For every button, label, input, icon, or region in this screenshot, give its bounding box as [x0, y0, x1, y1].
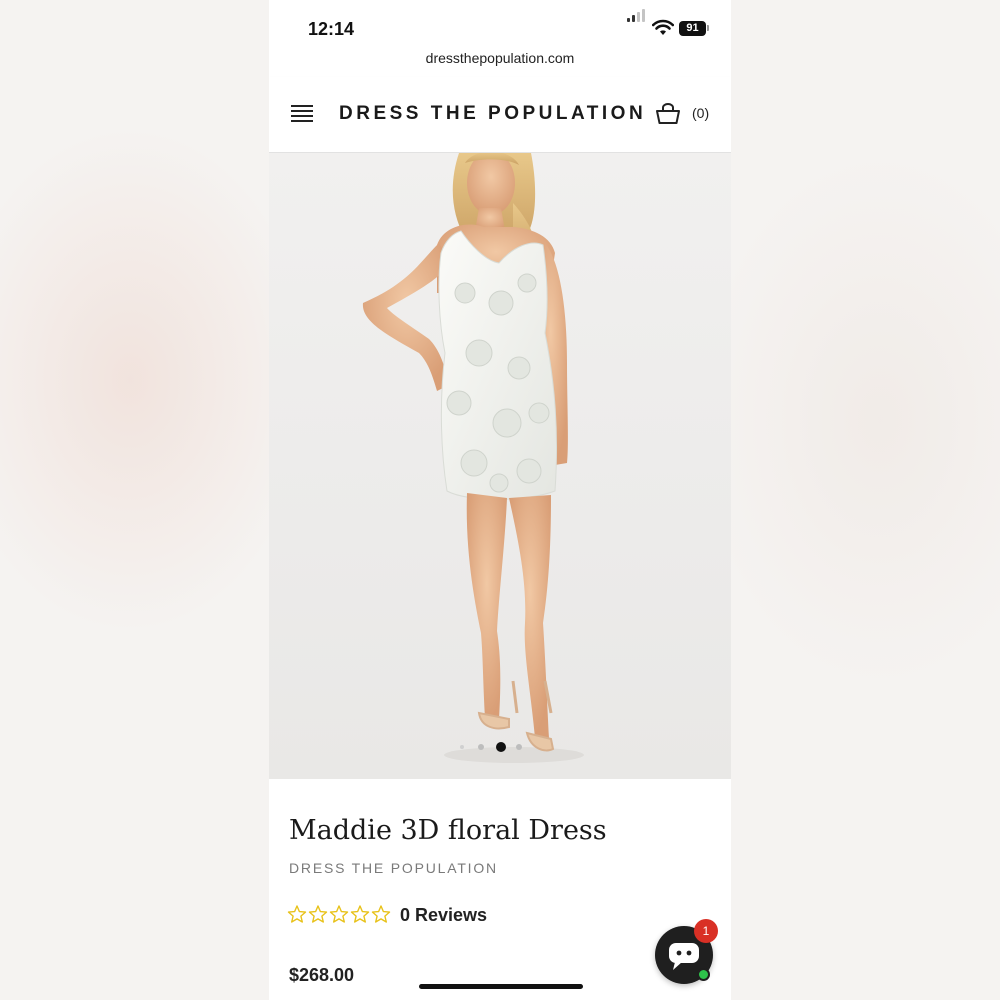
carousel-dot[interactable] [516, 744, 522, 750]
home-indicator[interactable] [419, 984, 583, 989]
battery-indicator: 91 [679, 21, 706, 36]
shopping-basket-icon[interactable] [655, 103, 681, 125]
rating-stars[interactable] [287, 904, 391, 931]
star-icon [308, 905, 328, 923]
phone-screen: 12:14 91 dressthepopulation.com DRESS TH… [269, 0, 731, 1000]
carousel-dots[interactable] [460, 741, 540, 753]
star-icon [329, 905, 349, 923]
product-title: Maddie 3D floral Dress [289, 815, 607, 846]
star-icon [287, 905, 307, 923]
status-time: 12:14 [308, 19, 355, 39]
star-icon [350, 905, 370, 923]
carousel-dot-active[interactable] [496, 742, 506, 752]
hamburger-menu-icon[interactable] [291, 105, 315, 123]
browser-url[interactable]: dressthepopulation.com [269, 50, 731, 66]
model-figure [362, 153, 584, 763]
star-icon [371, 905, 391, 923]
carousel-dot[interactable] [478, 744, 484, 750]
chat-notification-badge: 1 [694, 919, 718, 943]
brand-logo[interactable]: DRESS THE POPULATION [339, 103, 646, 125]
status-bar: 12:14 91 dressthepopulation.com [269, 0, 731, 66]
product-vendor[interactable]: DRESS THE POPULATION [289, 860, 498, 876]
wifi-icon [652, 19, 674, 35]
site-header: DRESS THE POPULATION (0) [269, 77, 731, 153]
online-status-dot [697, 968, 710, 981]
product-image[interactable] [269, 153, 731, 779]
battery-tip [707, 25, 709, 31]
carousel-dot[interactable] [460, 745, 464, 749]
product-price: $268.00 [289, 965, 355, 985]
cart-count[interactable]: (0) [692, 105, 709, 121]
reviews-link[interactable]: 0 Reviews [400, 905, 487, 926]
